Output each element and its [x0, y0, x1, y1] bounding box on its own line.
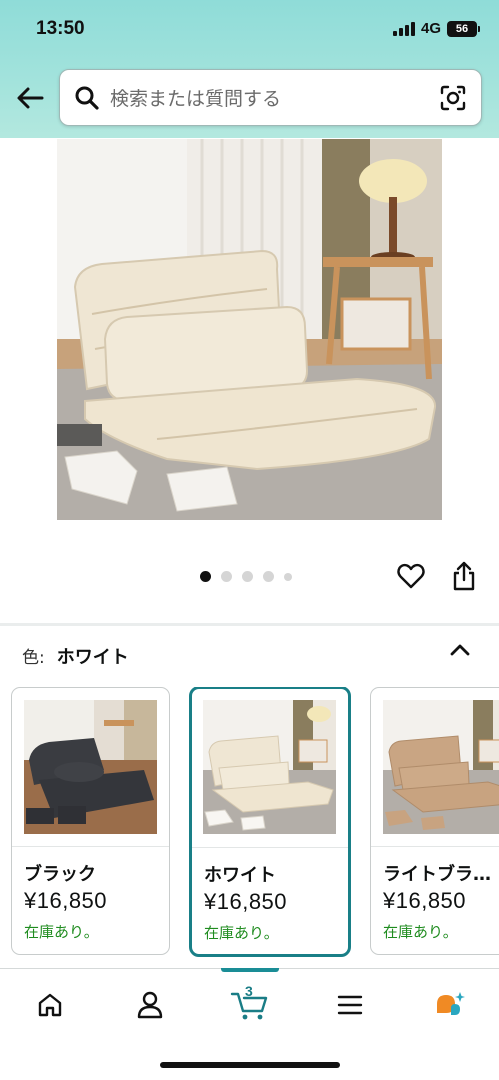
swatch-image: [203, 700, 336, 834]
rufus-icon: [437, 992, 465, 1015]
swatch-name: ブラック: [24, 864, 96, 885]
active-tab-indicator: [221, 968, 279, 972]
pagination-dot[interactable]: [263, 571, 274, 582]
swatch-price: ¥16,850: [24, 888, 108, 913]
header: 13:50 4G 56 検索または質問する: [0, 0, 499, 138]
swatch-divider: [192, 847, 348, 848]
variation-label: 色:: [22, 648, 45, 668]
swatch-stock: 在庫あり。: [24, 923, 99, 941]
nav-menu[interactable]: [330, 987, 370, 1023]
battery-level: 56: [455, 22, 469, 35]
variation-header: 色: ホワイト: [22, 643, 129, 669]
pagination-dot[interactable]: [242, 571, 253, 582]
pagination-dot[interactable]: [221, 571, 232, 582]
status-icons: 4G 56: [392, 20, 480, 37]
nav-account[interactable]: [130, 987, 170, 1023]
swatch-name: ライトブラ…: [383, 864, 491, 885]
swatch-stock: 在庫あり。: [383, 923, 458, 941]
back-button[interactable]: [14, 82, 46, 114]
swatch-light-brown[interactable]: ライトブラ… ¥16,850 在庫あり。: [370, 687, 499, 955]
swatch-price: ¥16,850: [383, 888, 467, 913]
search-icon: [74, 85, 100, 111]
variation-swatches[interactable]: ブラック ¥16,850 在庫あり。 ホワイト ¥16,850 在庫あり。 ライ…: [0, 687, 499, 959]
arrow-left-icon: [17, 87, 44, 109]
chevron-up-icon: [450, 644, 470, 656]
swatch-divider: [371, 846, 499, 847]
pagination-dot[interactable]: [284, 572, 292, 581]
wishlist-button[interactable]: [396, 561, 426, 591]
nav-cart[interactable]: 3: [228, 983, 272, 1023]
camera-scan-icon[interactable]: [439, 84, 467, 112]
share-button[interactable]: [450, 560, 478, 592]
status-time: 13:50: [36, 18, 85, 39]
swatch-black[interactable]: ブラック ¥16,850 在庫あり。: [11, 687, 170, 955]
signal-icon: [392, 21, 415, 36]
swatch-white[interactable]: ホワイト ¥16,850 在庫あり。: [189, 687, 351, 957]
cart-count-badge: 3: [245, 983, 253, 999]
swatch-image: [24, 700, 157, 834]
battery-icon: 56: [447, 20, 480, 37]
pagination-dot-active[interactable]: [200, 571, 211, 582]
heart-icon: [397, 563, 425, 589]
swatch-stock: 在庫あり。: [204, 924, 279, 942]
section-divider: [0, 623, 499, 626]
nav-rufus[interactable]: [430, 987, 470, 1023]
image-pagination[interactable]: [200, 571, 292, 582]
menu-icon: [337, 995, 363, 1015]
account-icon: [137, 991, 163, 1019]
nav-home[interactable]: [30, 987, 70, 1023]
network-type: 4G: [420, 20, 441, 37]
collapse-button[interactable]: [449, 640, 471, 660]
swatch-price: ¥16,850: [204, 889, 288, 914]
swatch-divider: [12, 846, 169, 847]
share-icon: [453, 561, 475, 591]
variation-selected-value: ホワイト: [56, 647, 129, 668]
search-input[interactable]: 検索または質問する: [59, 69, 482, 126]
search-placeholder: 検索または質問する: [110, 88, 282, 110]
home-indicator: [160, 1062, 340, 1068]
home-icon: [38, 993, 62, 1017]
swatch-image: [383, 700, 499, 834]
product-image[interactable]: [57, 139, 442, 520]
swatch-name: ホワイト: [204, 865, 276, 886]
